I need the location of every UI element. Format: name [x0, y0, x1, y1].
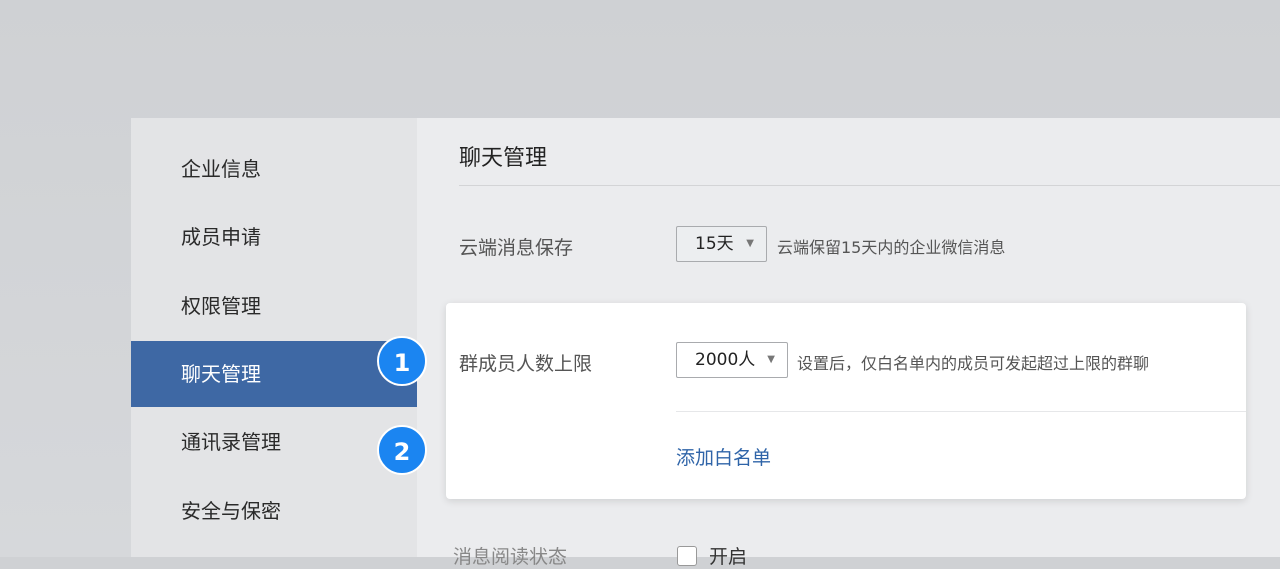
group-limit-select[interactable]: 2000人 ▼	[676, 342, 788, 378]
cloud-storage-value: 15天	[695, 234, 734, 254]
step-badge-2: 2	[377, 425, 427, 475]
divider	[459, 185, 1280, 186]
page-title: 聊天管理	[459, 146, 548, 171]
group-limit-label: 群成员人数上限	[459, 353, 593, 375]
cloud-storage-hint: 云端保留15天内的企业微信消息	[777, 238, 1006, 257]
sidebar-item-member-applications[interactable]: 成员申请	[131, 204, 417, 270]
sidebar-item-security[interactable]: 安全与保密	[131, 478, 417, 544]
sidebar: 企业信息 成员申请 权限管理 聊天管理 通讯录管理 安全与保密	[131, 118, 417, 557]
read-status-label: 消息阅读状态	[453, 546, 568, 568]
add-whitelist-link[interactable]: 添加白名单	[676, 443, 771, 470]
sidebar-item-permissions[interactable]: 权限管理	[131, 273, 417, 339]
step-badge-1: 1	[377, 336, 427, 386]
sidebar-item-contacts-management[interactable]: 通讯录管理	[131, 409, 417, 475]
chevron-down-icon: ▼	[746, 238, 754, 249]
divider	[676, 411, 1246, 412]
read-status-checkbox[interactable]	[677, 546, 697, 566]
group-limit-hint: 设置后，仅白名单内的成员可发起超过上限的群聊	[797, 354, 1150, 373]
chevron-down-icon: ▼	[767, 354, 775, 365]
group-limit-card: 群成员人数上限 2000人 ▼ 设置后，仅白名单内的成员可发起超过上限的群聊 添加…	[446, 303, 1246, 499]
group-limit-value: 2000人	[695, 350, 756, 370]
cloud-storage-select[interactable]: 15天 ▼	[676, 226, 767, 262]
cloud-storage-label: 云端消息保存	[459, 237, 574, 259]
sidebar-item-company-info[interactable]: 企业信息	[131, 136, 417, 202]
read-status-option: 开启	[709, 546, 748, 568]
sidebar-item-chat-management[interactable]: 聊天管理	[131, 341, 417, 407]
